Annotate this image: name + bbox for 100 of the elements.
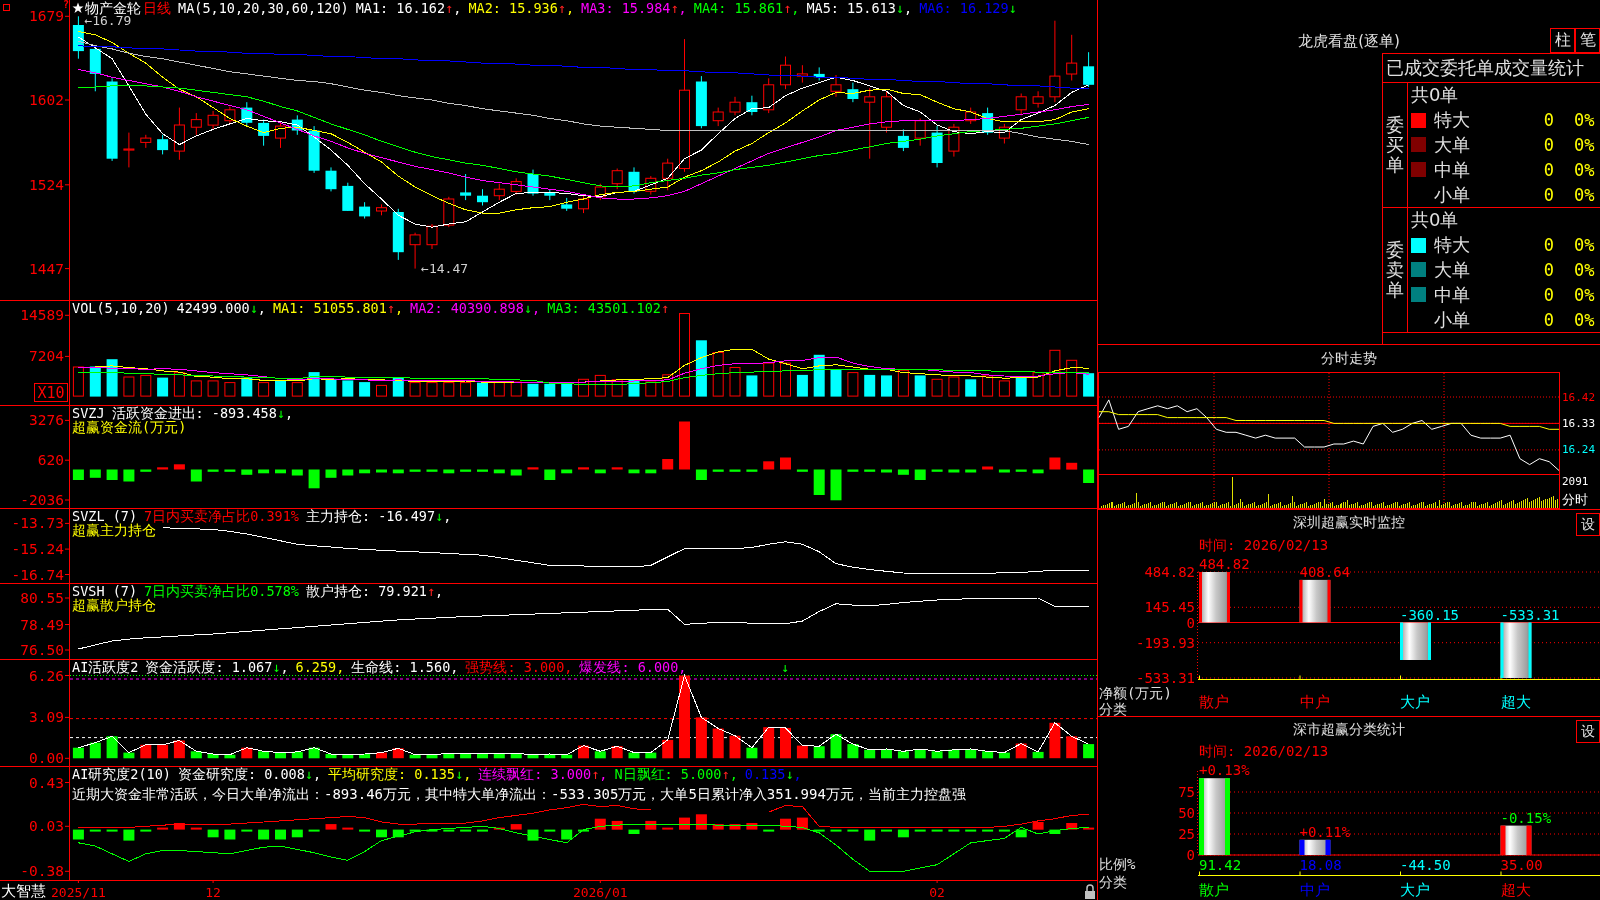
axis-tick-label: 3.09 (29, 709, 64, 726)
scale-label: X10 (34, 383, 68, 402)
date-label: 2026/01 (572, 884, 628, 900)
signal-mark: ↓ (781, 659, 790, 675)
order-total: 共0单 (1410, 83, 1460, 108)
axis-tick-label: 14589 (20, 307, 64, 324)
category-label: 超大 (1500, 693, 1531, 711)
indicator-text: MA6: 16.129↓ (919, 1, 1017, 15)
indicator-text: 7日内买卖净占比0.391% (144, 509, 299, 523)
price-annotation: ←14.47 (421, 261, 469, 277)
panel-title: 分时走势 (1321, 349, 1377, 368)
order-share: 0% (1573, 309, 1596, 330)
brand-name: 大智慧 (1, 882, 46, 900)
indicator-text: SVSH (7) (72, 584, 138, 598)
value-label: 35.00 (1500, 857, 1543, 873)
indicator-text: MA4: 15.861↑, (693, 1, 800, 15)
axis-tick-label: -16.74 (11, 566, 64, 583)
indicator-text: MA1: 16.162↑, (355, 1, 462, 15)
indicator-text: 连续飘红: 3.000↑, (478, 767, 608, 781)
axis-tick-label: 3276 (29, 412, 64, 429)
order-count: 0 (1542, 159, 1554, 180)
axis-tick-label: 145.45 (1144, 599, 1195, 616)
axis-label: 净额(万元) (1099, 685, 1172, 701)
indicator-text: 主力持仓: -16.497↓, (305, 509, 452, 523)
order-share: 0% (1573, 159, 1596, 180)
order-size-label: 特大 (1434, 108, 1471, 133)
order-size-label: 小单 (1434, 307, 1471, 332)
axis-tick-label: -2036 (20, 492, 64, 508)
indicator-text: 强势线: 3.000, (465, 660, 573, 674)
change-label: +0.13% (1199, 762, 1250, 779)
indicator-text: VOL(5,10,20) (72, 301, 170, 315)
indicator-text: 0.135↓, (744, 767, 802, 781)
axis-tick-label: -0.38 (20, 863, 64, 880)
indicator-text: MA3: 43501.102↑ (547, 301, 670, 315)
axis-tick-label: 1679 (29, 8, 64, 25)
volume-caption: 分时 (1562, 491, 1588, 507)
category-label: 超大 (1500, 881, 1531, 899)
category-label: 散户 (1199, 693, 1229, 711)
category-label: 中户 (1299, 881, 1330, 899)
axis-tick-label: -193.93 (1136, 634, 1195, 651)
axis-tick-label: 1524 (29, 176, 64, 193)
axis-tick-label: 75 (1178, 784, 1195, 800)
axis-tick-label: 80.55 (20, 590, 64, 606)
change-label: -0.15% (1500, 809, 1552, 826)
group-label: 委买单 (1386, 115, 1404, 175)
value-label: -360.15 (1400, 606, 1459, 623)
axis-tick-label: 76.50 (20, 642, 64, 658)
order-count: 0 (1542, 184, 1554, 205)
indicator-text: MA(5,10,20,30,60,120) (178, 1, 349, 15)
indicator-text: 42499.000↓, (176, 301, 266, 315)
axis-tick-label: 6.26 (29, 667, 64, 684)
order-count: 0 (1542, 260, 1554, 280)
axis-tick-label: 0.00 (29, 750, 64, 766)
value-label: 484.82 (1199, 556, 1250, 572)
table-heading: 已成交委托单成交量统计 (1386, 56, 1584, 80)
indicator-text: 生命线: 1.560, (351, 660, 459, 674)
order-count: 0 (1542, 284, 1554, 305)
value-label: 91.42 (1199, 857, 1242, 873)
axis-tick-label: 16.42 (1562, 390, 1596, 404)
category-label: 大户 (1400, 693, 1430, 711)
axis-tick-label: 0 (1186, 847, 1195, 863)
order-count: 0 (1542, 110, 1554, 131)
indicator-text: 爆发线: 6.000, (579, 660, 687, 674)
order-size-label: 特大 (1434, 233, 1471, 258)
group-label: 委卖单 (1386, 240, 1404, 300)
order-share: 0% (1573, 235, 1596, 256)
order-count: 0 (1542, 309, 1554, 330)
value-label: -533.31 (1500, 606, 1560, 623)
axis-tick-label: 1447 (29, 260, 64, 277)
indicator-text: MA3: 15.984↑, (581, 1, 687, 15)
date-label: 12 (205, 884, 221, 900)
order-share: 0% (1573, 260, 1596, 280)
order-count: 0 (1542, 235, 1554, 256)
indicator-text: 7日内买卖净占比0.578% (144, 584, 299, 598)
indicator-text: 资金活跃度: 1.067↓, (145, 660, 289, 674)
indicator-text: SVZJ (72, 406, 105, 420)
category-label: 大户 (1400, 881, 1430, 899)
order-share: 0% (1573, 184, 1596, 205)
period-label: 日线 (143, 1, 171, 15)
category-label: 中户 (1299, 693, 1330, 711)
axis-tick-label: -13.73 (11, 515, 64, 532)
panel-title: 龙虎看盘(逐单) (1298, 32, 1400, 50)
axis-tick-label: 1602 (29, 92, 64, 108)
order-size-label: 小单 (1434, 182, 1471, 207)
axis-tick-label: 16.33 (1562, 416, 1596, 430)
order-total: 共0单 (1410, 208, 1460, 233)
axis-tick-label: 7204 (29, 348, 64, 365)
date-label: 2025/11 (51, 884, 106, 900)
axis-tick-label: 0.43 (29, 774, 64, 791)
indicator-text: AI研究度2(10) (72, 767, 171, 781)
order-size-label: 大单 (1434, 258, 1471, 282)
axis-tick-label: 484.82 (1144, 564, 1195, 580)
analysis-text: 近期大资金非常活跃，今日大单净流出：-893.46万元，其中特大单净流出：-533.305万元，大单5日累计净入351.994万元，当前主力控盘强 (72, 786, 966, 802)
date-label: 02 (929, 884, 945, 900)
axis-tick-label: 620 (37, 452, 64, 469)
order-share: 0% (1573, 135, 1596, 155)
indicator-text: 平均研究度: 0.135↓, (328, 767, 472, 781)
date-text: 时间: 2026/02/13 (1199, 742, 1329, 761)
order-size-label: 中单 (1434, 282, 1471, 307)
axis-label: 分类 (1099, 874, 1127, 890)
